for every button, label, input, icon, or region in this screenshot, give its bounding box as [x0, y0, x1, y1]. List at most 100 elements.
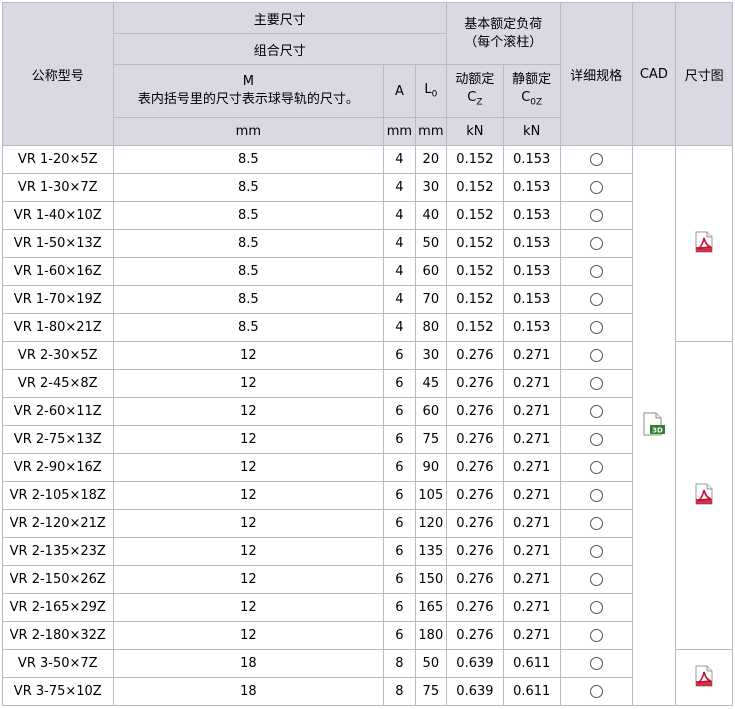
a-cell: 4: [383, 173, 416, 202]
c0z-cell: 0.271: [502, 481, 561, 510]
rated-load-title: 基本额定负荷: [464, 16, 543, 32]
c0z-cell: 0.271: [502, 537, 561, 566]
l-cell: 30: [414, 341, 448, 370]
a-cell: 4: [383, 285, 416, 314]
radio-circle-icon[interactable]: [589, 349, 603, 362]
svg-text:3D: 3D: [652, 426, 663, 434]
radio-circle-icon[interactable]: [589, 181, 603, 194]
radio-circle-icon[interactable]: [589, 237, 603, 250]
m-cell: 12: [112, 425, 385, 454]
cz-cell: 0.152: [446, 145, 504, 174]
model-cell: VR 2-75×13Z: [2, 425, 114, 454]
l-cell: 75: [414, 425, 448, 454]
a-cell: 6: [383, 341, 416, 370]
a-cell: 6: [383, 425, 416, 454]
l-cell: 180: [414, 621, 448, 650]
radio-circle-icon[interactable]: [589, 405, 603, 418]
c0z-cell: 0.271: [502, 509, 561, 538]
radio-circle-icon[interactable]: [589, 629, 603, 642]
detail-cell: [559, 509, 633, 538]
a-cell: 6: [383, 537, 416, 566]
cz-cell: 0.276: [446, 453, 504, 482]
drawing-cell: [675, 341, 733, 650]
radio-circle-icon[interactable]: [589, 517, 603, 530]
m-cell: 12: [112, 341, 385, 370]
a-cell: 8: [383, 677, 416, 706]
l-cell: 60: [414, 257, 448, 286]
pdf-file-icon[interactable]: [693, 231, 715, 257]
m-cell: 12: [112, 565, 385, 594]
spec-table-body: VR 1-20×5Z 8.5 4 20 0.152 0.153 3D VR 1-30×7Z 8.…: [2, 145, 733, 706]
l-cell: 20: [414, 145, 448, 174]
a-cell: 4: [383, 145, 416, 174]
cz-cell: 0.276: [446, 509, 504, 538]
header-drawing: 尺寸图: [675, 2, 733, 146]
model-cell: VR 1-70×19Z: [2, 285, 114, 314]
radio-circle-icon[interactable]: [589, 545, 603, 558]
header-a: A: [383, 64, 416, 118]
l-cell: 150: [414, 565, 448, 594]
model-cell: VR 1-20×5Z: [2, 145, 114, 174]
c0z-cell: 0.271: [502, 397, 561, 426]
c0z-cell: 0.271: [502, 593, 561, 622]
table-row: VR 1-70×19Z 8.5 4 70 0.152 0.153: [2, 285, 733, 314]
header-l0: L0: [414, 64, 448, 118]
cz-cell: 0.152: [446, 201, 504, 230]
dyn-sym: C: [467, 89, 477, 105]
pdf-file-icon[interactable]: [693, 665, 715, 691]
header-static: 静额定 C0Z: [502, 64, 561, 118]
m-cell: 8.5: [112, 145, 385, 174]
cz-cell: 0.276: [446, 621, 504, 650]
static-label: 静额定: [512, 71, 552, 87]
a-cell: 6: [383, 509, 416, 538]
radio-circle-icon[interactable]: [589, 321, 603, 334]
table-row: VR 1-30×7Z 8.5 4 30 0.152 0.153: [2, 173, 733, 202]
model-cell: VR 2-90×16Z: [2, 453, 114, 482]
c0z-cell: 0.153: [502, 201, 561, 230]
a-cell: 6: [383, 565, 416, 594]
spec-table: 公称型号 主要尺寸 基本额定负荷 （每个滚柱） 详细规格 CAD 尺寸图 组合尺…: [2, 2, 733, 706]
radio-circle-icon[interactable]: [589, 685, 603, 698]
radio-circle-icon[interactable]: [589, 489, 603, 502]
cz-cell: 0.276: [446, 481, 504, 510]
radio-circle-icon[interactable]: [589, 461, 603, 474]
a-cell: 4: [383, 229, 416, 258]
dyn-sub: Z: [476, 97, 483, 108]
a-cell: 8: [383, 649, 416, 678]
m-cell: 12: [112, 509, 385, 538]
model-cell: VR 1-80×21Z: [2, 313, 114, 342]
model-cell: VR 2-60×11Z: [2, 397, 114, 426]
c0z-cell: 0.153: [502, 313, 561, 342]
a-cell: 6: [383, 397, 416, 426]
model-cell: VR 3-75×10Z: [2, 677, 114, 706]
l-cell: 75: [414, 677, 448, 706]
cad-3d-file-icon[interactable]: 3D: [641, 412, 667, 440]
header-m: M 表内括号里的尺寸表示球导轨的尺寸。: [112, 64, 385, 118]
radio-circle-icon[interactable]: [589, 209, 603, 222]
model-cell: VR 1-50×13Z: [2, 229, 114, 258]
model-cell: VR 2-120×21Z: [2, 509, 114, 538]
l-cell: 60: [414, 397, 448, 426]
cz-cell: 0.152: [446, 313, 504, 342]
table-row: VR 2-180×32Z 12 6 180 0.276 0.271: [2, 621, 733, 650]
detail-cell: [559, 565, 633, 594]
a-cell: 6: [383, 369, 416, 398]
radio-circle-icon[interactable]: [589, 293, 603, 306]
radio-circle-icon[interactable]: [589, 265, 603, 278]
m-cell: 8.5: [112, 201, 385, 230]
radio-circle-icon[interactable]: [589, 433, 603, 446]
cz-cell: 0.152: [446, 285, 504, 314]
radio-circle-icon[interactable]: [589, 573, 603, 586]
radio-circle-icon[interactable]: [589, 601, 603, 614]
radio-circle-icon[interactable]: [589, 377, 603, 390]
header-rated-load: 基本额定负荷 （每个滚柱）: [446, 2, 561, 65]
pdf-file-icon[interactable]: [693, 483, 715, 509]
m-cell: 12: [112, 397, 385, 426]
l-cell: 50: [414, 649, 448, 678]
c0z-cell: 0.611: [502, 649, 561, 678]
radio-circle-icon[interactable]: [589, 657, 603, 670]
radio-circle-icon[interactable]: [589, 153, 603, 166]
header-combo-dims: 组合尺寸: [112, 33, 448, 65]
table-row: VR 2-75×13Z 12 6 75 0.276 0.271: [2, 425, 733, 454]
detail-cell: [559, 453, 633, 482]
